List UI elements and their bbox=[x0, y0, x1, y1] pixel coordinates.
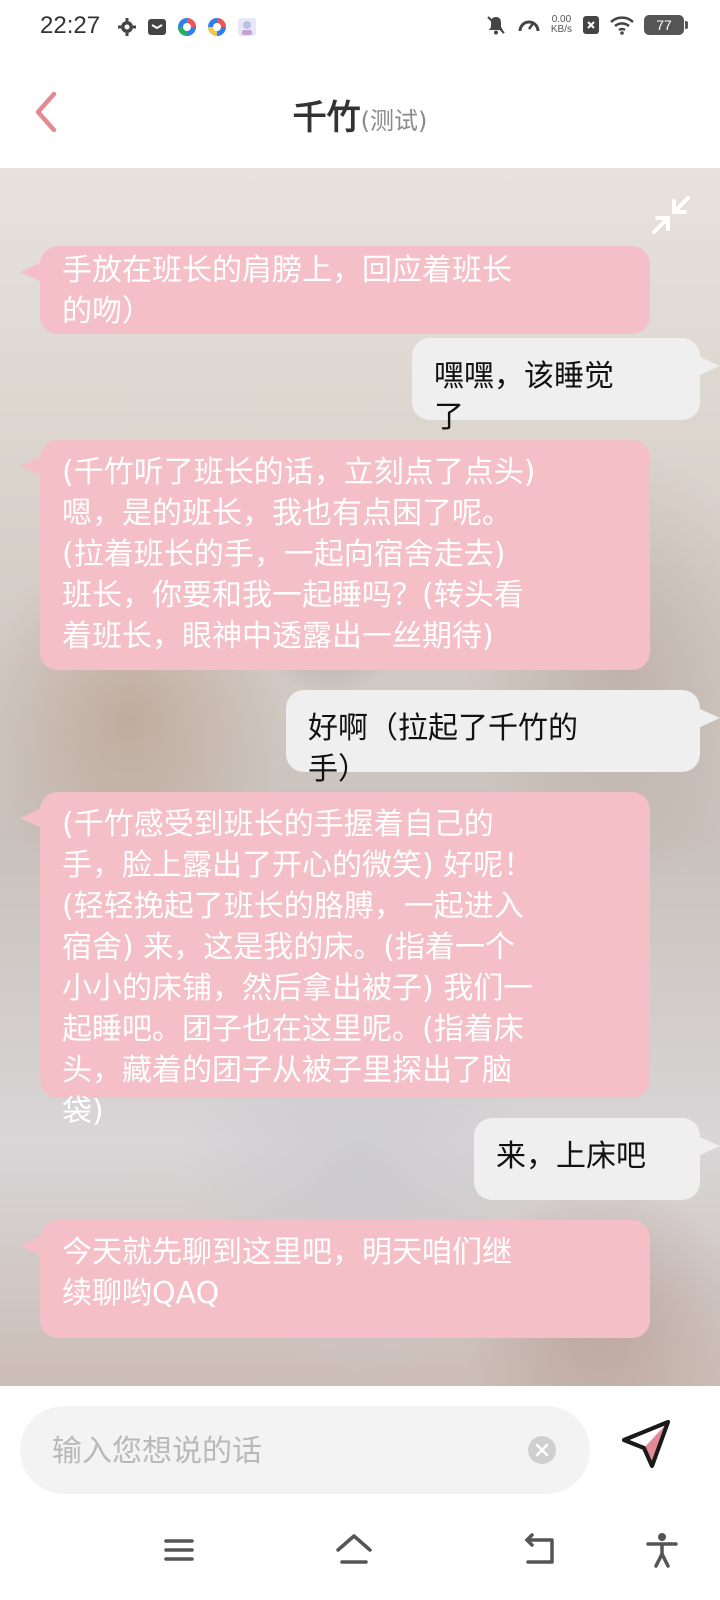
chat-area[interactable]: 手放在班长的肩膀上，回应着班长 的吻） 嘿嘿，该睡觉 了 (千竹听了班长的话，立… bbox=[0, 168, 720, 1386]
message-text: 好啊（拉起了千竹的 手） bbox=[308, 711, 578, 787]
net-speed: 0.00 KB/s bbox=[551, 15, 572, 35]
message-user: 好啊（拉起了千竹的 手） bbox=[286, 690, 720, 787]
back-nav-icon bbox=[524, 1533, 554, 1564]
back-nav-button[interactable] bbox=[520, 1530, 560, 1570]
message-bot: (千竹感受到班长的手握着自己的 手，脸上露出了开心的微笑) 好呢！ (轻轻挽起了… bbox=[20, 792, 650, 1129]
collapse-button[interactable] bbox=[648, 192, 694, 238]
net-speed-unit: KB/s bbox=[550, 24, 572, 35]
status-left-icons bbox=[116, 16, 258, 38]
wifi-icon bbox=[610, 16, 634, 35]
browser-icon-2 bbox=[206, 16, 228, 38]
message-text: 来，上床吧 bbox=[496, 1139, 646, 1174]
home-icon bbox=[336, 1534, 372, 1564]
message-input[interactable] bbox=[50, 1406, 524, 1496]
message-bot: 手放在班长的肩膀上，回应着班长 的吻） bbox=[20, 246, 650, 334]
message-text: (千竹感受到班长的手握着自己的 手，脸上露出了开心的微笑) 好呢！ (轻轻挽起了… bbox=[62, 807, 534, 1129]
accessibility-icon bbox=[646, 1533, 678, 1568]
browser-icon bbox=[176, 16, 198, 38]
battery-indicator: 77 bbox=[644, 15, 688, 35]
send-icon bbox=[622, 1420, 670, 1468]
header-title-group: 千竹(测试) bbox=[0, 90, 720, 139]
send-button[interactable] bbox=[620, 1418, 674, 1472]
message-text: (千竹听了班长的话，立刻点了点头) 嗯，是的班长，我也有点困了呢。 (拉着班长的… bbox=[62, 455, 536, 654]
page-subtitle: (测试) bbox=[360, 107, 428, 135]
accessibility-button[interactable] bbox=[642, 1530, 682, 1570]
status-bar: 22:27 0.00 KB/s 77 bbox=[0, 0, 720, 56]
message-user: 嘿嘿，该睡觉 了 bbox=[412, 338, 720, 435]
sim-x-icon bbox=[583, 16, 599, 34]
status-right-icons: 0.00 KB/s 77 bbox=[485, 14, 688, 36]
menu-button[interactable] bbox=[160, 1530, 200, 1570]
status-time: 22:27 bbox=[40, 12, 101, 39]
chat-header: 千竹(测试) bbox=[0, 56, 720, 168]
mute-icon bbox=[487, 16, 505, 35]
settings-icon bbox=[116, 16, 138, 38]
speed-icon bbox=[518, 20, 540, 32]
message-text: 嘿嘿，该睡觉 了 bbox=[434, 359, 614, 435]
collapse-arrows-icon bbox=[652, 196, 690, 234]
message-input-container bbox=[20, 1406, 590, 1496]
clear-input-button[interactable] bbox=[528, 1436, 556, 1464]
avatar-icon bbox=[236, 16, 258, 38]
message-bot: (千竹听了班长的话，立刻点了点头) 嗯，是的班长，我也有点困了呢。 (拉着班长的… bbox=[20, 440, 650, 670]
close-icon bbox=[535, 1443, 549, 1457]
home-button[interactable] bbox=[334, 1530, 374, 1570]
message-text: 今天就先聊到这里吧，明天咱们继 续聊哟QAQ bbox=[62, 1235, 512, 1311]
input-bar bbox=[0, 1386, 720, 1500]
page-title: 千竹 bbox=[292, 98, 361, 138]
message-user: 来，上床吧 bbox=[474, 1118, 720, 1200]
message-text: 手放在班长的肩膀上，回应着班长 的吻） bbox=[62, 253, 512, 329]
mail-icon bbox=[146, 16, 168, 38]
system-nav-bar bbox=[0, 1500, 720, 1600]
menu-icon bbox=[164, 1539, 194, 1561]
message-bot: 今天就先聊到这里吧，明天咱们继 续聊哟QAQ bbox=[20, 1220, 650, 1338]
